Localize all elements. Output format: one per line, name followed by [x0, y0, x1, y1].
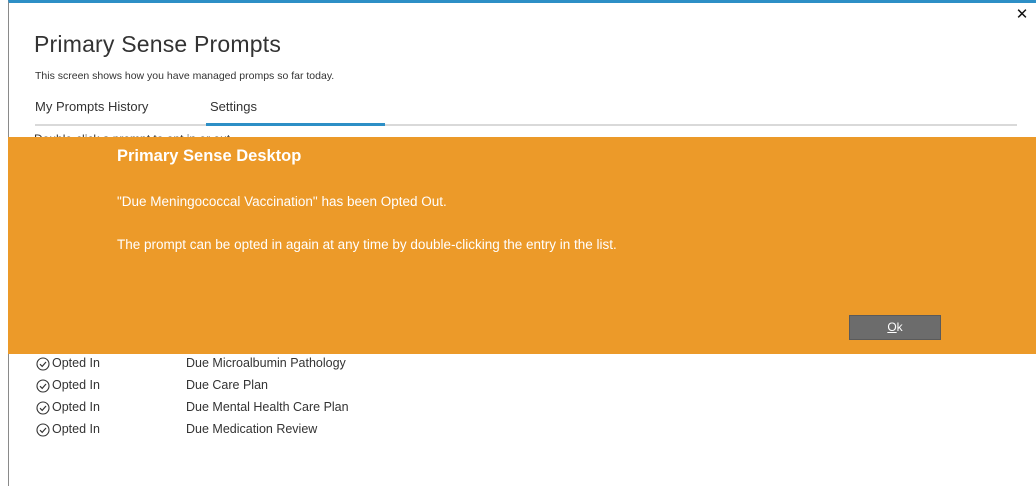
check-circle-icon	[36, 357, 50, 371]
tab-track	[35, 124, 1017, 126]
active-tab-indicator	[206, 123, 385, 126]
page-title: Primary Sense Prompts	[34, 31, 282, 57]
status-label: Opted In	[52, 422, 100, 436]
status-label: Opted In	[52, 356, 100, 370]
tab-settings[interactable]: Settings	[210, 99, 257, 114]
page-subtitle: This screen shows how you have managed p…	[35, 70, 335, 82]
prompt-name: Due Mental Health Care Plan	[186, 400, 349, 414]
status-label: Opted In	[52, 378, 100, 392]
list-item[interactable]: Opted In Due Mental Health Care Plan	[36, 399, 436, 421]
list-item[interactable]: Opted In Due Care Plan	[36, 377, 436, 399]
check-circle-icon	[36, 379, 50, 393]
list-item[interactable]: Opted In Due Medication Review	[36, 421, 436, 443]
dialog-hint: The prompt can be opted in again at any …	[117, 237, 617, 252]
prompt-name: Due Microalbumin Pathology	[186, 356, 346, 370]
ok-label: k	[896, 320, 903, 334]
prompt-name: Due Care Plan	[186, 378, 268, 392]
ok-accelerator: O	[887, 320, 897, 334]
dialog-title: Primary Sense Desktop	[117, 147, 302, 165]
prompt-list: Opted In Due Microalbumin Pathology Opte…	[36, 355, 436, 443]
check-circle-icon	[36, 401, 50, 415]
dialog-message: "Due Meningococcal Vaccination" has been…	[117, 194, 447, 209]
list-item[interactable]: Opted In Due Microalbumin Pathology	[36, 355, 436, 377]
notification-dialog: Primary Sense Desktop "Due Meningococcal…	[8, 137, 1036, 354]
status-label: Opted In	[52, 400, 100, 414]
check-circle-icon	[36, 423, 50, 437]
prompt-name: Due Medication Review	[186, 422, 318, 436]
tab-bar: My Prompts History Settings	[35, 99, 1036, 127]
tab-my-prompts-history[interactable]: My Prompts History	[35, 99, 148, 114]
close-icon[interactable]: ✕	[1014, 5, 1030, 23]
ok-button[interactable]: Ok	[849, 315, 941, 340]
